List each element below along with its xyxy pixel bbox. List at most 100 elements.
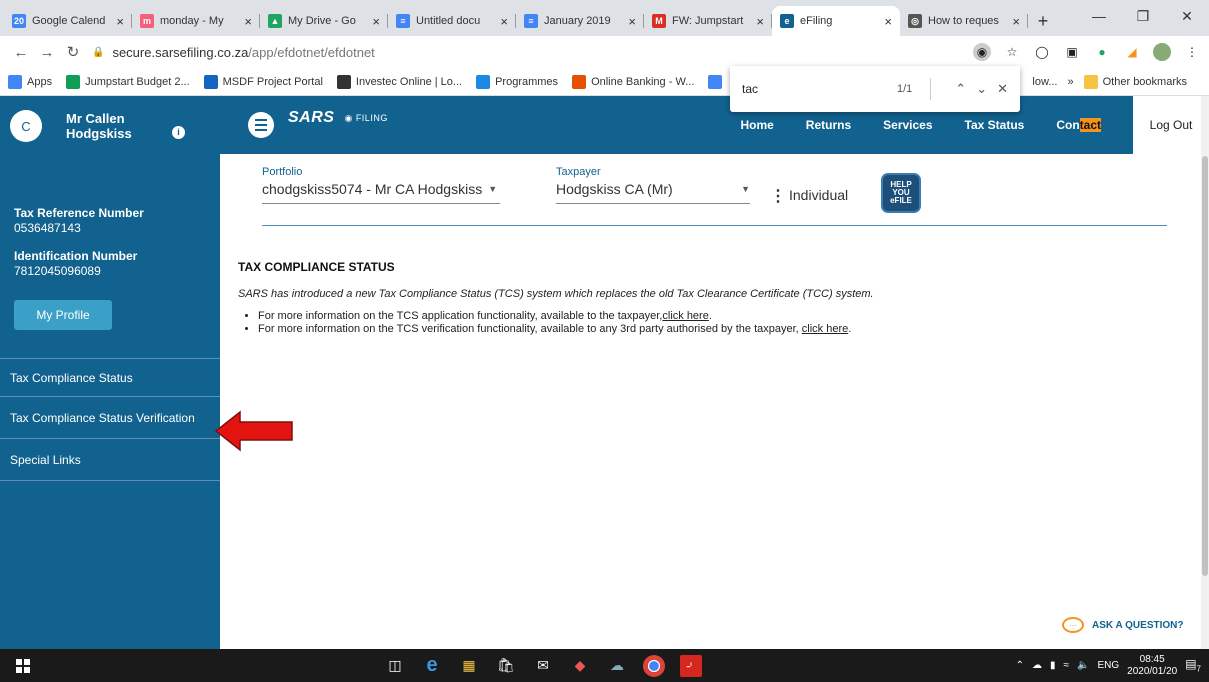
battery-icon[interactable]: ▮ [1050,660,1056,671]
folder-icon [1083,75,1098,89]
browser-tab[interactable]: e eFiling × [772,6,900,36]
url-input[interactable]: 🔒 secure.sarsefiling.co.za/app/efdotnet/… [92,45,972,60]
tab-close-icon[interactable]: × [372,14,380,29]
notification-icon[interactable]: ▤7 [1185,657,1201,673]
nav-contact[interactable]: Contact [1056,118,1101,132]
more-options-icon[interactable]: ⋮ [770,186,786,206]
caret-down-icon: ▼ [741,184,750,194]
extension-icon[interactable]: ● [1093,43,1111,61]
back-icon[interactable]: ← [8,44,34,61]
windows-start-icon[interactable] [0,649,46,682]
cloud-icon[interactable]: ☁ [1032,660,1042,671]
tab-close-icon[interactable]: × [628,14,636,29]
click-here-link[interactable]: click here [662,310,708,322]
click-here-link[interactable]: click here [802,323,848,335]
store-icon[interactable]: 🛍 [495,655,517,677]
chevron-up-icon[interactable]: ⌃ [1016,660,1024,671]
browser-tab[interactable]: ≡ January 2019 × [516,6,644,36]
sidebar: C Mr Callen Hodgskiss i Tax Reference Nu… [0,96,220,649]
volume-icon[interactable]: 🔈 [1077,660,1089,671]
edge-icon[interactable]: e [421,654,443,677]
bookmark-favicon-icon [8,74,22,89]
rss-icon[interactable]: ◢ [1123,43,1141,61]
minimize-icon[interactable]: — [1077,0,1121,32]
bookmark-star-icon[interactable]: ☆ [1003,43,1021,61]
log-out-button[interactable]: Log Out [1133,96,1209,154]
find-input[interactable]: tac [742,82,897,96]
browser-tab[interactable]: ≡ Untitled docu × [388,6,516,36]
acrobat-icon[interactable]: ⌏ [680,654,702,677]
tab-close-icon[interactable]: × [1012,14,1020,29]
tab-title: January 2019 [544,15,611,27]
extension-icon[interactable]: ▣ [1063,43,1081,61]
portfolio-select[interactable]: Portfolio chodgskiss5074 - Mr CA Hodgski… [262,166,500,204]
app-icon[interactable]: ◆ [569,655,591,677]
hamburger-menu-icon[interactable] [248,112,274,138]
reload-icon[interactable]: ↻ [60,43,86,61]
browser-tab[interactable]: 20 Google Calend × [4,6,132,36]
my-profile-button[interactable]: My Profile [14,300,112,330]
find-prev-icon[interactable]: ⌃ [955,81,966,97]
menu-kebab-icon[interactable]: ⋮ [1183,43,1201,61]
clock[interactable]: 08:45 2020/01/20 [1127,654,1177,678]
find-next-icon[interactable]: ⌄ [976,81,987,97]
file-explorer-icon[interactable]: ▦ [458,655,480,677]
bookmark-item[interactable]: Online Banking - W... [572,74,694,89]
chrome-icon[interactable] [643,654,665,677]
chat-bubble-icon: ⋯ [1062,617,1084,633]
mail-icon[interactable]: ✉ [532,655,554,677]
sidebar-item-special-links[interactable]: Special Links [0,439,220,481]
bookmark-item[interactable]: MSDF Project Portal [203,74,323,89]
portfolio-selector-row: Portfolio chodgskiss5074 - Mr CA Hodgski… [262,166,1167,226]
browser-tab[interactable]: ◎ How to reques × [900,6,1028,36]
tab-close-icon[interactable]: × [244,14,252,29]
tab-close-icon[interactable]: × [116,14,124,29]
close-window-icon[interactable]: ✕ [1165,0,1209,32]
browser-tab[interactable]: m monday - My × [132,6,260,36]
tab-close-icon[interactable]: × [756,14,764,29]
nav-tax-status[interactable]: Tax Status [965,118,1025,132]
find-close-icon[interactable]: ✕ [997,81,1008,97]
bookmark-item[interactable]: Investec Online | Lo... [336,74,462,89]
language-indicator[interactable]: ENG [1097,660,1119,671]
browser-tab[interactable]: ▲ My Drive - Go × [260,6,388,36]
tab-favicon-icon: m [140,14,154,28]
profile-icon[interactable] [1153,43,1171,61]
browser-tab[interactable]: M FW: Jumpstart × [644,6,772,36]
extension-icon[interactable]: ◯ [1033,43,1051,61]
bookmark-item[interactable]: Programmes [476,74,558,89]
chevron-more-icon[interactable]: » [1068,76,1074,88]
new-tab-button[interactable]: + [1028,6,1058,36]
ask-a-question-button[interactable]: ⋯ ASK A QUESTION? [1062,617,1183,633]
nav-returns[interactable]: Returns [806,118,851,132]
help-you-efile-icon[interactable]: HELP YOU eFILE [881,173,921,213]
taxpayer-select[interactable]: Taxpayer Hodgskiss CA (Mr) ▼ [556,166,750,204]
bookmark-item[interactable]: Jumpstart Budget 2... [66,74,190,89]
nav-services[interactable]: Services [883,118,932,132]
bookmark-favicon-icon [572,74,587,89]
bookmark-overflow[interactable]: low... [1032,76,1057,88]
tab-close-icon[interactable]: × [884,14,892,29]
intro-text: SARS has introduced a new Tax Compliance… [238,288,874,300]
sidebar-item-tcs-verification[interactable]: Tax Compliance Status Verification [0,397,220,439]
wifi-icon[interactable]: ≈ [1064,660,1070,671]
bookmark-item[interactable]: Apps [8,74,52,89]
other-bookmarks[interactable]: Other bookmarks [1083,75,1187,89]
restore-icon[interactable]: ❐ [1121,0,1165,32]
search-page-icon[interactable]: ◉ [973,43,991,61]
info-icon[interactable]: i [172,125,185,139]
tab-close-icon[interactable]: × [500,14,508,29]
find-count: 1/1 [896,83,913,95]
page-title: TAX COMPLIANCE STATUS [238,260,395,274]
bookmark-favicon-icon [336,74,351,89]
task-view-icon[interactable]: ◫ [384,655,406,677]
tab-title: eFiling [800,15,833,27]
bookmark-item[interactable] [708,74,727,89]
url-host: secure.sarsefiling.co.za [112,44,249,60]
nav-home[interactable]: Home [740,118,773,132]
tab-title: My Drive - Go [288,15,356,27]
scrollbar[interactable] [1201,96,1209,649]
app-icon[interactable]: ☁ [606,655,628,677]
sidebar-item-tax-compliance-status[interactable]: Tax Compliance Status [0,359,220,397]
forward-icon[interactable]: → [34,44,60,61]
